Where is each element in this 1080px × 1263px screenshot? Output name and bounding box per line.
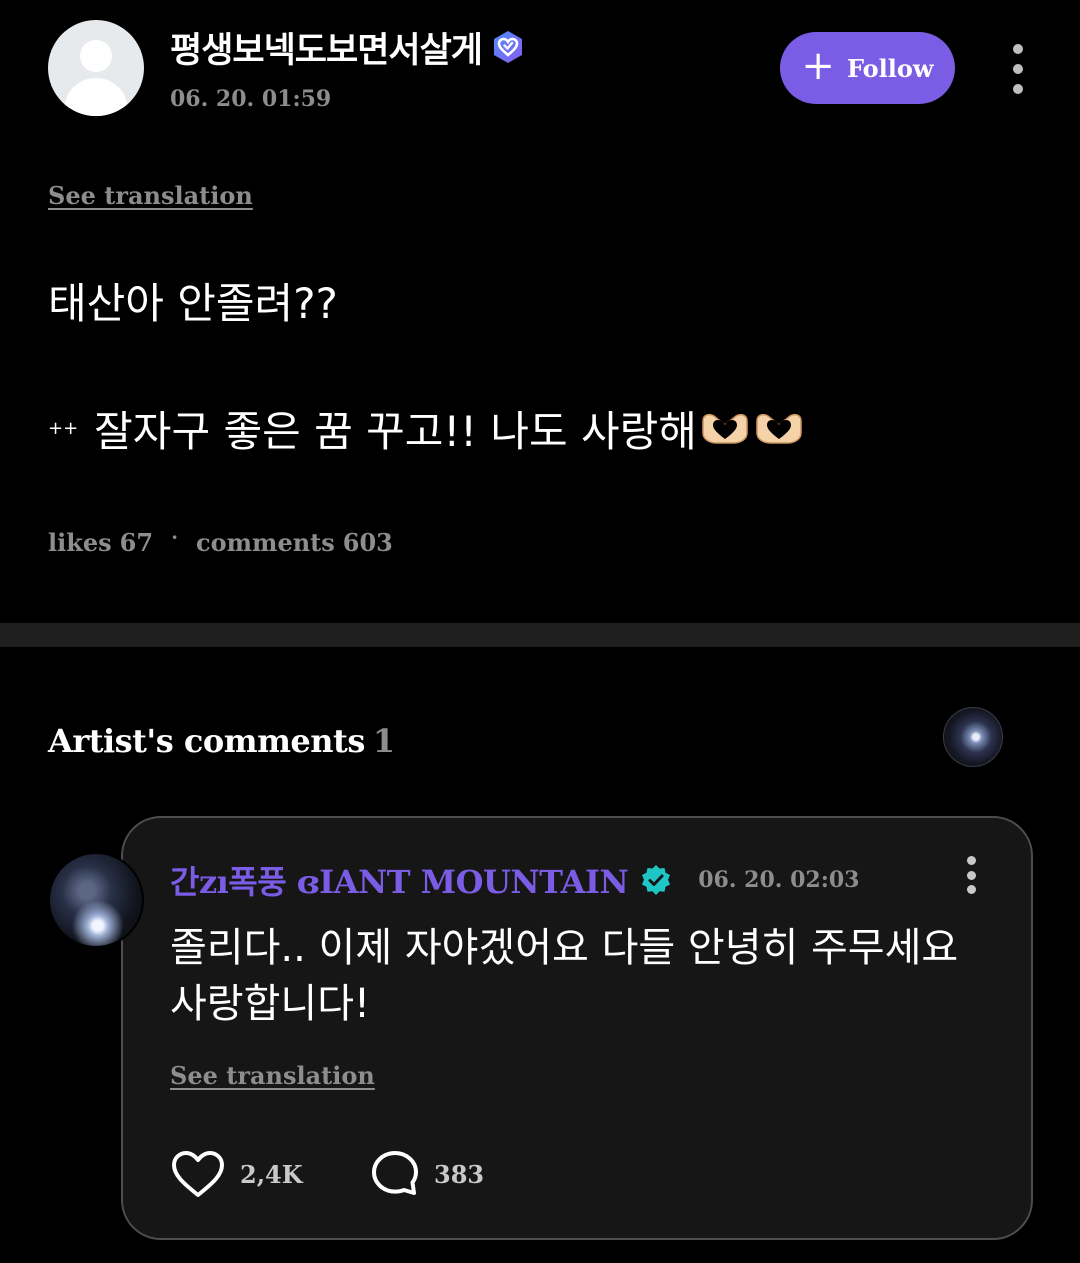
- post-header: 평생보넥도보면서살게 06. 20. 01:59 + Follow: [0, 0, 1080, 140]
- post-see-translation-link[interactable]: See translation: [48, 181, 253, 210]
- likes-count[interactable]: 67: [120, 528, 153, 557]
- avatar-placeholder-body: [64, 78, 128, 116]
- hand-heart-emoji-icon: [756, 413, 802, 444]
- likes-label: likes: [48, 528, 112, 557]
- artist-comment-avatar[interactable]: [48, 852, 144, 948]
- post-date: 06. 20. 01:59: [170, 86, 332, 112]
- verified-check-icon: [642, 865, 671, 895]
- more-dot: [966, 885, 976, 894]
- post-body-prefix: ++: [48, 418, 79, 439]
- post-body-line-1: 태산아 안졸려??: [48, 279, 338, 328]
- reply-count: 383: [434, 1159, 485, 1189]
- more-dot: [966, 870, 976, 880]
- comment-author-row: 간zı폭풍 ɞIANT MOUNTAIN 06. 20. 02:03: [170, 856, 859, 904]
- heart-outline-icon: [172, 1151, 224, 1197]
- comment-see-translation-link[interactable]: See translation: [170, 1061, 375, 1090]
- hand-heart-emoji-icon: [702, 413, 748, 444]
- post-author-name[interactable]: 평생보넥도보면서살게: [170, 22, 483, 73]
- artist-comments-label: Artist's comments: [48, 722, 365, 760]
- verified-heart-icon: [494, 31, 523, 63]
- comment-more-vertical-icon[interactable]: [964, 856, 978, 894]
- plus-icon: +: [801, 43, 835, 89]
- comments-label: comments: [196, 528, 335, 557]
- follow-label: Follow: [846, 53, 934, 83]
- more-vertical-icon[interactable]: [1004, 44, 1032, 94]
- artist-comments-count: 1: [372, 722, 395, 760]
- more-dot: [1013, 44, 1023, 54]
- like-button[interactable]: 2,4K: [170, 1148, 370, 1200]
- section-divider: [0, 623, 1080, 647]
- comment-text: 졸리다.. 이제 자야겠어요 다들 안녕히 주무세요 사랑합니다!: [170, 925, 959, 1027]
- author-row: 평생보넥도보면서살게: [170, 22, 526, 72]
- comment-author-name[interactable]: 간zı폭풍 ɞIANT MOUNTAIN: [170, 857, 629, 903]
- comments-count[interactable]: 603: [343, 528, 393, 557]
- reply-button[interactable]: 383: [370, 1149, 484, 1199]
- comment-date: 06. 20. 02:03: [698, 867, 860, 893]
- post-body-line-2-text: 잘자구 좋은 꿈 꾸고!! 나도 사랑해: [94, 407, 697, 456]
- more-dot: [1013, 84, 1023, 94]
- post-body-line-2: ++ 잘자구 좋은 꿈 꾸고!! 나도 사랑해: [48, 398, 805, 459]
- comment-actions: 2,4K 383: [170, 1146, 484, 1202]
- post-stats: likes 67 · comments 603: [48, 524, 393, 558]
- stats-separator: ·: [171, 524, 179, 549]
- more-dot: [966, 856, 976, 865]
- like-count: 2,4K: [240, 1159, 303, 1189]
- comment-bubble-icon: [372, 1151, 418, 1195]
- artist-comments-title: Artist's comments 1: [48, 722, 395, 760]
- follow-button[interactable]: + Follow: [780, 32, 955, 104]
- more-dot: [1013, 64, 1023, 74]
- artist-avatar-thumbnail[interactable]: [943, 707, 1003, 767]
- avatar-placeholder-head: [80, 40, 112, 72]
- user-avatar[interactable]: [48, 20, 144, 116]
